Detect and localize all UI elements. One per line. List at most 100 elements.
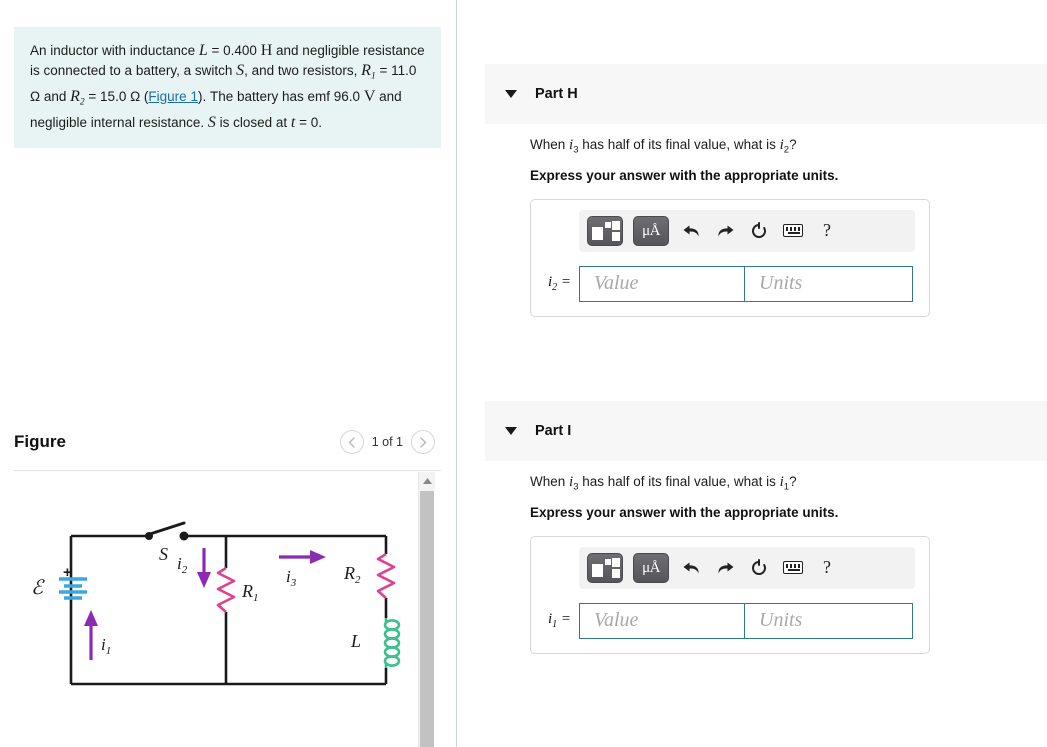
help-question-icon: ? <box>823 220 831 241</box>
part-h-units-input[interactable]: Units <box>745 265 913 302</box>
redo-arrow-icon <box>717 562 733 574</box>
figure-counter: 1 of 1 <box>371 435 403 449</box>
part-i-toggle-button[interactable] <box>503 427 519 435</box>
part-h-units-placeholder: Units <box>759 272 803 295</box>
r2-value: 15.0 Ω <box>100 88 141 104</box>
keyboard-icon <box>783 561 803 575</box>
math-template-button[interactable] <box>587 215 623 246</box>
battery-plus-sign: + <box>63 564 72 581</box>
part-i-value-placeholder: Value <box>594 609 639 632</box>
figure-title: Figure <box>14 432 66 451</box>
part-header-i[interactable]: Part I <box>485 401 1047 461</box>
r1-symbol: R <box>361 61 371 79</box>
part-i-units-placeholder: Units <box>759 609 803 632</box>
switch-label: S <box>159 544 168 564</box>
redo-button[interactable] <box>713 556 737 580</box>
chevron-left-icon <box>348 436 355 448</box>
part-i-answer-row: i1 = Value Units <box>541 602 919 639</box>
part-i-units-input[interactable]: Units <box>745 602 913 639</box>
part-h-body: When i3 has half of its final value, wha… <box>485 137 1047 317</box>
part-i-toolbar: μÅ ? <box>579 546 915 589</box>
inductance-value: 0.400 <box>223 43 257 58</box>
part-i-question: When i3 has half of its final value, wha… <box>530 474 1047 493</box>
part-header-h[interactable]: Part H <box>485 64 1047 124</box>
scroll-up-arrow-icon <box>422 477 432 484</box>
part-i-answer-box: μÅ ? i1 = Value Units <box>530 535 930 654</box>
figure-nav: 1 of 1 <box>339 430 435 454</box>
inductance-symbol: L <box>198 42 208 59</box>
help-button[interactable]: ? <box>815 219 839 243</box>
reset-circular-arrow-icon <box>752 558 766 575</box>
problem-statement: An inductor with inductance L = 0.400 H … <box>14 27 441 149</box>
problem-text: An inductor with inductance L = 0.400 H … <box>30 42 425 131</box>
part-h-instruction: Express your answer with the appropriate… <box>530 167 839 183</box>
chevron-right-icon <box>419 436 426 448</box>
help-question-icon: ? <box>823 557 831 578</box>
left-pane: An inductor with inductance L = 0.400 H … <box>0 0 456 747</box>
reset-circular-arrow-icon <box>752 221 766 238</box>
part-i-body: When i3 has half of its final value, wha… <box>485 474 1047 654</box>
q-suffix: ? <box>789 474 797 489</box>
figure-header: Figure 1 of 1 <box>14 430 441 468</box>
figure-prev-button[interactable] <box>339 430 364 454</box>
undo-arrow-icon <box>683 562 699 574</box>
figure-link[interactable]: Figure 1 <box>148 89 198 104</box>
figure-scroll-thumb[interactable] <box>420 491 434 747</box>
part-h-answer-row: i2 = Value Units <box>541 265 919 302</box>
redo-button[interactable] <box>713 219 737 243</box>
units-button[interactable]: μÅ <box>633 215 669 246</box>
resistor-r2-label: R2 <box>343 563 361 586</box>
part-h-toggle-button[interactable] <box>503 90 519 98</box>
r2-symbol: R <box>70 87 80 105</box>
circuit-diagram: S ℰ + i1 i2 i3 R1 R2 L <box>31 521 401 686</box>
undo-button[interactable] <box>679 219 703 243</box>
undo-button[interactable] <box>679 556 703 580</box>
right-pane: Part H When i3 has half of its final val… <box>457 0 1047 747</box>
q-mid: has half of its final value, what is <box>578 474 780 489</box>
reset-button[interactable] <box>747 219 771 243</box>
keyboard-icon <box>783 224 803 238</box>
inductance-unit: H <box>260 42 273 59</box>
math-template-button[interactable] <box>587 552 623 583</box>
micro-angstrom-units-icon: μÅ <box>642 223 660 240</box>
q-prefix: When <box>530 474 570 489</box>
emf-value: 96.0 <box>333 88 361 104</box>
inductor-label: L <box>350 631 361 651</box>
part-h-value-input[interactable]: Value <box>579 265 745 302</box>
figure-scroll-up-button[interactable] <box>419 472 435 489</box>
q-mid: has half of its final value, what is <box>578 137 780 152</box>
part-h-question: When i3 has half of its final value, wha… <box>530 137 1047 156</box>
figure-divider <box>14 470 441 471</box>
micro-angstrom-units-icon: μÅ <box>642 560 660 577</box>
switch-symbol-2: S <box>207 113 216 131</box>
emf-label: ℰ <box>31 577 45 599</box>
math-template-icon <box>592 557 620 578</box>
current-i3-label: i3 <box>286 567 297 589</box>
triangle-down-icon <box>505 427 517 435</box>
part-h-answer-label: i2 = <box>547 274 571 294</box>
part-h-value-placeholder: Value <box>594 272 639 295</box>
keyboard-button[interactable] <box>781 556 805 580</box>
undo-arrow-icon <box>683 225 699 237</box>
math-template-icon <box>592 220 620 241</box>
current-i1-label: i1 <box>101 635 111 657</box>
reset-button[interactable] <box>747 556 771 580</box>
q-prefix: When <box>530 137 570 152</box>
part-i-instruction: Express your answer with the appropriate… <box>530 504 839 520</box>
figure-next-button[interactable] <box>411 430 435 454</box>
units-button[interactable]: μÅ <box>633 552 669 583</box>
q-suffix: ? <box>789 137 797 152</box>
emf-unit: V <box>363 87 376 105</box>
figure-scrollbar[interactable] <box>418 472 435 747</box>
part-h-toolbar: μÅ ? <box>579 209 915 252</box>
triangle-down-icon <box>505 90 517 98</box>
part-i-answer-label: i1 = <box>547 611 571 631</box>
figure-viewport: S ℰ + i1 i2 i3 R1 R2 L <box>14 472 441 747</box>
keyboard-button[interactable] <box>781 219 805 243</box>
page-root: An inductor with inductance L = 0.400 H … <box>0 0 1047 747</box>
help-button[interactable]: ? <box>815 556 839 580</box>
part-i-value-input[interactable]: Value <box>579 602 745 639</box>
part-i-title: Part I <box>535 423 572 439</box>
part-h-title: Part H <box>535 86 578 102</box>
switch-symbol: S <box>236 61 245 79</box>
